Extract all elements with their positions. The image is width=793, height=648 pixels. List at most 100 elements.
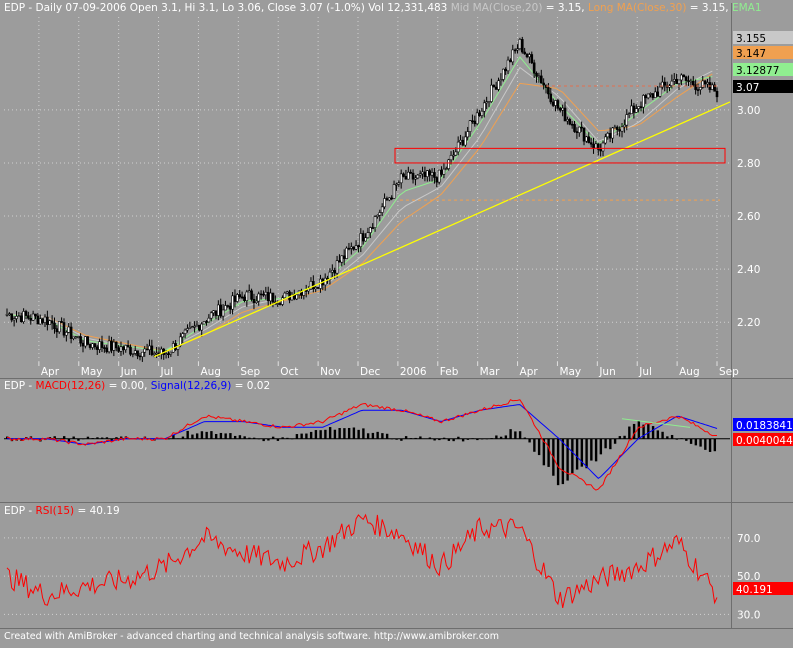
macd-value-tag: 0.0040044 xyxy=(736,435,793,447)
candle-body xyxy=(504,68,507,72)
macd-hist-bar xyxy=(295,434,299,439)
candle-body xyxy=(395,183,398,186)
macd-hist-bar xyxy=(347,427,351,439)
candle-body xyxy=(523,51,526,55)
candle-body xyxy=(200,323,204,331)
candle-body xyxy=(542,82,545,86)
candle-body xyxy=(281,297,284,305)
price-y-tick: 3.00 xyxy=(737,105,760,117)
candle-body xyxy=(335,260,339,274)
candle-body xyxy=(255,300,258,303)
candle-body xyxy=(276,303,280,305)
candle-body xyxy=(188,327,192,329)
candle-body xyxy=(107,340,111,353)
macd-hist-bar xyxy=(566,438,569,481)
candle-body xyxy=(352,246,355,250)
macd-hist-bar xyxy=(271,436,275,439)
candle-body xyxy=(380,206,384,213)
candle-body xyxy=(29,317,33,321)
candle-body xyxy=(69,326,73,339)
macd-hist-bar xyxy=(604,438,607,449)
candle-body xyxy=(473,120,477,125)
candle-body xyxy=(219,304,223,317)
price-x-tick: 2006 xyxy=(400,366,427,378)
macd-hist-bar xyxy=(395,438,398,440)
candle-body xyxy=(347,247,351,250)
candle-body xyxy=(461,139,465,146)
candle-body xyxy=(312,281,315,290)
title-segment: EMA1 xyxy=(732,2,762,14)
candle-body xyxy=(658,86,662,97)
candle-body xyxy=(407,171,410,180)
candle-body xyxy=(535,72,538,77)
candle-body xyxy=(50,320,54,324)
macd-value-tag: 0.0183841 xyxy=(736,420,793,432)
macd-hist-bar xyxy=(262,438,265,442)
candle-body xyxy=(411,172,415,180)
macd-hist-bar xyxy=(252,437,256,439)
candle-body xyxy=(53,322,56,330)
macd-hist-bar xyxy=(186,430,189,439)
candle-body xyxy=(620,126,624,132)
candle-body xyxy=(36,315,40,325)
price-value-tag: 3.155 xyxy=(736,33,766,45)
candle-body xyxy=(98,341,101,350)
candle-body xyxy=(684,76,688,81)
candle-body xyxy=(423,171,427,178)
candle-body xyxy=(314,287,317,290)
candle-body xyxy=(169,351,173,355)
macd-hist-bar xyxy=(599,438,603,455)
macd-hist-bar xyxy=(366,433,370,439)
candle-body xyxy=(634,108,638,113)
candle-body xyxy=(209,312,213,319)
price-y-tick: 2.20 xyxy=(737,317,760,329)
macd-hist-bar xyxy=(210,431,213,439)
candle-body xyxy=(530,54,534,64)
candle-body xyxy=(350,246,353,249)
candle-body xyxy=(152,353,156,355)
candle-body xyxy=(682,74,686,78)
macd-hist-bar xyxy=(243,436,246,439)
macd-hist-bar xyxy=(575,438,579,470)
candle-body xyxy=(444,168,448,170)
candle-body xyxy=(402,173,405,177)
macd-hist-bar xyxy=(324,429,327,439)
candle-body xyxy=(625,114,629,126)
price-x-tick: Aug xyxy=(679,366,700,378)
candle-body xyxy=(236,294,239,302)
price-x-tick: Apr xyxy=(41,366,60,378)
candle-body xyxy=(202,321,206,325)
candle-body xyxy=(632,105,636,113)
price-x-tick: Mar xyxy=(480,366,500,378)
candle-body xyxy=(88,344,92,348)
candle-body xyxy=(364,237,367,242)
candle-body xyxy=(589,142,593,145)
macd-hist-bar xyxy=(571,438,574,474)
candle-body xyxy=(65,332,68,336)
candle-body xyxy=(482,102,486,112)
price-y-tick: 2.60 xyxy=(737,211,760,223)
candle-body xyxy=(639,106,643,108)
macd-hist-bar xyxy=(328,427,332,439)
price-y-tick: 2.80 xyxy=(737,158,760,170)
macd-hist-bar xyxy=(708,438,712,452)
candle-body xyxy=(390,197,393,200)
candle-body xyxy=(164,353,168,355)
candle-body xyxy=(428,170,431,176)
candle-body xyxy=(138,355,142,358)
candle-body xyxy=(699,87,702,90)
candle-body xyxy=(613,126,617,129)
macd-hist-bar xyxy=(613,438,617,444)
candle-body xyxy=(501,68,505,80)
candle-body xyxy=(100,341,104,348)
candle-body xyxy=(513,49,517,52)
price-x-tick: Jul xyxy=(638,366,652,378)
macd-hist-bar xyxy=(528,438,531,443)
macd-hist-bar xyxy=(523,437,527,439)
candle-body xyxy=(46,316,49,325)
candle-body xyxy=(79,336,82,344)
macd-hist-bar xyxy=(257,438,261,440)
candle-body xyxy=(433,172,436,178)
candle-body xyxy=(580,126,583,129)
candle-body xyxy=(570,123,574,126)
